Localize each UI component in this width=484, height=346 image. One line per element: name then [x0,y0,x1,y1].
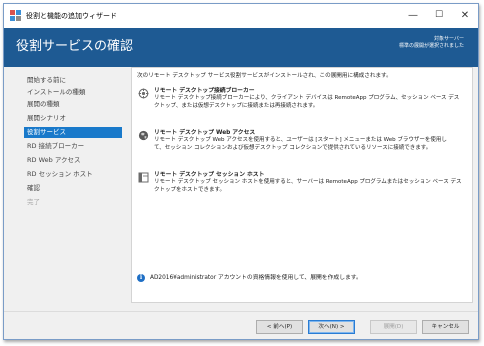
close-button[interactable]: ✕ [452,4,478,26]
nav-item-deployment-type[interactable]: 展開の種類 [24,99,122,110]
wizard-header: 役割サービスの確認 対象サーバー 標準の展開が選択されました [4,28,478,67]
nav-item-rd-web-access[interactable]: RD Web アクセス [24,155,122,166]
target-server-label: 対象サーバー [434,36,464,42]
page-title: 役割サービスの確認 [16,39,134,54]
nav-item-installation-type[interactable]: インストールの種類 [24,87,122,98]
wizard-window: 役割と機能の追加ウィザード — ☐ ✕ 役割サービスの確認 対象サーバー 標準の… [3,3,479,340]
globe-icon [138,130,149,141]
nav-item-confirmation[interactable]: 確認 [24,183,122,194]
info-message: i AD2016¥administrator アカウントの資格情報を使用して、展… [137,273,467,285]
role-title: リモート デスクトップ セッション ホスト [154,172,265,178]
content-panel: 次のリモート デスクトップ サービス役割サービスがインストールされ、この展開用に… [131,67,473,303]
nav-item-completion: 完了 [27,198,40,206]
role-title: リモート デスクトップ接続ブローカー [154,88,255,94]
cancel-button[interactable]: キャンセル [422,320,469,334]
intro-text: 次のリモート デスクトップ サービス役割サービスがインストールされ、この展開用に… [137,73,392,79]
add-roles-app-icon [10,10,21,21]
back-button[interactable]: < 前へ(P) [256,320,303,334]
footer-divider [4,311,478,312]
nav-item-before-you-begin[interactable]: 開始する前に [24,75,122,86]
info-text: AD2016¥administrator アカウントの資格情報を使用して、展開を… [150,275,362,281]
broker-icon [138,88,149,99]
next-button[interactable]: 次へ(N) > [308,320,355,334]
target-server-info: 対象サーバー 標準の展開が選択されました [399,36,464,50]
role-title: リモート デスクトップ Web アクセス [154,130,256,136]
deploy-button: 展開(D) [370,320,417,334]
server-icon [138,172,149,183]
nav-item-rd-connection-broker[interactable]: RD 接続ブローカー [24,141,122,152]
nav-item-role-services[interactable]: 役割サービス [24,127,122,138]
role-description: リモート デスクトップ Web アクセスを使用すると、ユーザーは [スタート] … [154,137,447,151]
nav-item-rd-session-host[interactable]: RD セッション ホスト [24,169,122,180]
role-description: リモート デスクトップ セッション ホストを使用すると、サーバーは Remote… [154,179,462,193]
window-title: 役割と機能の追加ウィザード [26,12,117,20]
minimize-button[interactable]: — [400,4,426,26]
target-server-value: 標準の展開が選択されました [398,43,464,49]
role-description: リモート デスクトップ接続ブローカーにより、クライアント デバイスは Remot… [154,95,460,109]
maximize-button[interactable]: ☐ [426,4,452,26]
nav-item-deployment-scenario[interactable]: 展開シナリオ [24,113,122,124]
wizard-nav: 開始する前に インストールの種類 展開の種類 展開シナリオ 役割サービス RD … [4,67,127,311]
title-bar[interactable]: 役割と機能の追加ウィザード — ☐ ✕ [4,4,478,28]
info-icon: i [137,274,145,282]
